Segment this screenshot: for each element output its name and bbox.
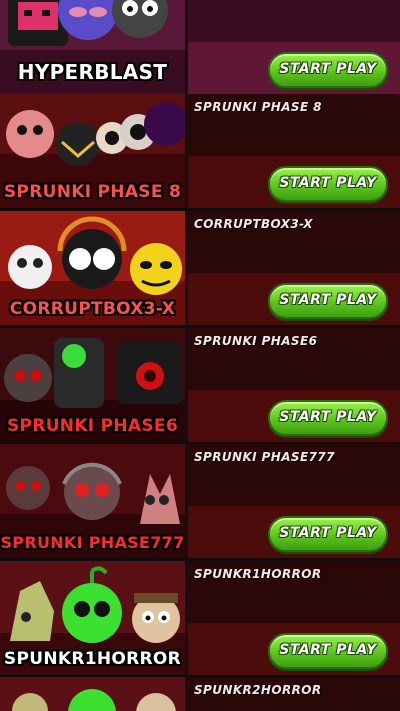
game-title: SPUNKR2HORROR (194, 683, 322, 697)
start-play-button[interactable]: START PLAY (268, 166, 388, 202)
game-info-panel: SPRUNKI PHASE6 START PLAY (188, 328, 400, 442)
game-card-spunkr2horror[interactable]: SPUNKR2HORROR (0, 677, 400, 711)
thumbnail-title: HYPERBLAST (17, 60, 168, 84)
game-card-sprunki-phase-8[interactable]: SPRUNKI PHASE 8 SPRUNKI PHASE 8 START PL… (0, 94, 400, 208)
game-info-panel: SPUNKR1HORROR START PLAY (188, 561, 400, 675)
thumbnail-title: SPUNKR1HORROR (3, 649, 182, 669)
game-info-panel: START PLAY (188, 0, 400, 94)
game-info-panel: SPRUNKI PHASE 8 START PLAY (188, 94, 400, 208)
game-info-panel: SPUNKR2HORROR (188, 677, 400, 711)
start-play-button[interactable]: START PLAY (268, 283, 388, 319)
game-title: CORRUPTBOX3-X (194, 217, 313, 231)
game-title: SPUNKR1HORROR (194, 567, 322, 581)
game-card-corruptbox3-x[interactable]: CORRUPTBOX3-X CORRUPTBOX3-X START PLAY (0, 211, 400, 325)
start-play-button[interactable]: START PLAY (268, 400, 388, 436)
game-thumbnail[interactable]: SPRUNKI PHASE6 (0, 328, 188, 442)
game-info-panel: SPRUNKI PHASE777 START PLAY (188, 444, 400, 558)
thumbnail-title: SPRUNKI PHASE 8 (3, 182, 182, 202)
game-title: SPRUNKI PHASE6 (194, 334, 318, 348)
game-thumbnail[interactable]: SPRUNKI PHASE777 (0, 444, 188, 558)
game-title: SPRUNKI PHASE777 (194, 450, 335, 464)
game-thumbnail[interactable]: CORRUPTBOX3-X (0, 211, 188, 325)
game-thumbnail[interactable]: HYPERBLAST (0, 0, 188, 94)
thumbnail-title: CORRUPTBOX3-X (9, 299, 176, 319)
game-card-sprunki-phase777[interactable]: SPRUNKI PHASE777 SPRUNKI PHASE777 START … (0, 444, 400, 558)
game-title: SPRUNKI PHASE 8 (194, 100, 322, 114)
start-play-button[interactable]: START PLAY (268, 52, 388, 88)
game-card-sprunki-phase6[interactable]: SPRUNKI PHASE6 SPRUNKI PHASE6 START PLAY (0, 328, 400, 442)
start-play-button[interactable]: START PLAY (268, 633, 388, 669)
thumbnail-title: SPRUNKI PHASE777 (0, 533, 185, 552)
game-thumbnail[interactable]: SPRUNKI PHASE 8 (0, 94, 188, 208)
game-thumbnail[interactable] (0, 677, 188, 711)
game-info-panel: CORRUPTBOX3-X START PLAY (188, 211, 400, 325)
start-play-button[interactable]: START PLAY (268, 516, 388, 552)
game-card-hyperblast[interactable]: HYPERBLAST START PLAY (0, 0, 400, 94)
horror2-characters-image (0, 677, 185, 711)
game-thumbnail[interactable]: SPUNKR1HORROR (0, 561, 188, 675)
thumbnail-title: SPRUNKI PHASE6 (7, 416, 178, 436)
game-card-spunkr1horror[interactable]: SPUNKR1HORROR SPUNKR1HORROR START PLAY (0, 561, 400, 675)
